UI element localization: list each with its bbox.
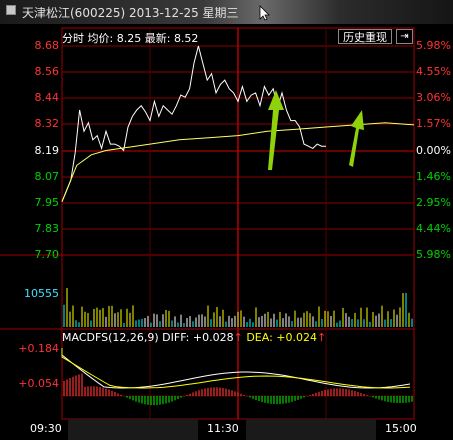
price-axis-label: 8.56 — [34, 65, 60, 78]
expand-arrow-button[interactable]: ⇥ — [396, 29, 413, 44]
macd-axis-label-top: +0.184 — [18, 342, 59, 355]
macd-dea-line — [61, 348, 411, 389]
mouse-cursor-icon — [259, 5, 270, 21]
price-axis-label: 7.95 — [34, 196, 60, 209]
macd-diff-line — [61, 352, 411, 389]
price-axis-label: 8.44 — [34, 91, 60, 104]
time-label-midday: 11:30 — [207, 422, 239, 435]
macd-legend: MACDFS(12,26,9) DIFF: +0.028↑ DEA: +0.02… — [62, 331, 326, 344]
annotation-arrow-icon — [349, 110, 364, 167]
avg-value: 8.25 — [116, 32, 142, 45]
macd-axis-label-mid: +0.054 — [18, 377, 59, 390]
price-axis-label: 8.19 — [34, 144, 60, 157]
stock-chart-window: 天津松江(600225) 2013-12-25 星期三 分时 均价: 8.25 … — [0, 0, 453, 440]
label-fenshi: 分时 — [62, 32, 84, 45]
percent-axis-label: 2.95% — [416, 196, 451, 209]
price-axis-label: 7.83 — [34, 222, 60, 235]
macd-dea: DEA: +0.024 — [246, 331, 317, 344]
time-axis: 09:30 11:30 15:00 — [0, 419, 453, 440]
percent-axis-label: 5.98% — [416, 39, 451, 52]
chart-canvas[interactable] — [0, 0, 453, 440]
percent-axis-label: 5.98% — [416, 248, 451, 261]
history-replay-button[interactable]: 历史重现 — [338, 29, 392, 44]
macd-diff: DIFF: +0.028 — [162, 331, 234, 344]
price-axis-label: 8.68 — [34, 39, 60, 52]
percent-axis-label: 4.44% — [416, 222, 451, 235]
percent-axis-label: 3.06% — [416, 91, 451, 104]
price-axis-label: 8.32 — [34, 117, 60, 130]
latest-value: 8.52 — [173, 32, 199, 45]
time-label-close: 15:00 — [385, 422, 417, 435]
percent-axis-label: 4.55% — [416, 65, 451, 78]
diff-up-arrow-icon: ↑ — [233, 331, 243, 344]
time-axis-gap — [68, 419, 198, 440]
price-axis-label: 7.70 — [34, 248, 60, 261]
price-axis-label: 8.07 — [34, 170, 60, 183]
time-label-open: 09:30 — [30, 422, 62, 435]
percent-axis-label: 0.00% — [416, 144, 451, 157]
time-axis-gap — [246, 419, 376, 440]
info-bar: 分时 均价: 8.25 最新: 8.52 — [62, 30, 198, 46]
percent-axis-label: 1.57% — [416, 117, 451, 130]
macd-name: MACDFS(12,26,9) — [62, 331, 159, 344]
percent-axis-label: 1.46% — [416, 170, 451, 183]
volume-axis-label: 10555 — [24, 287, 59, 300]
dea-up-arrow-icon: ↑ — [317, 331, 327, 344]
label-latest: 最新: — [144, 32, 171, 45]
label-avg: 均价: — [87, 32, 114, 45]
